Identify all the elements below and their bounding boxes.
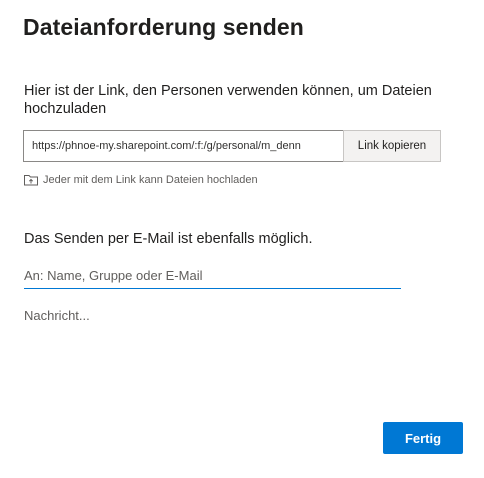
done-button-label: Fertig bbox=[404, 430, 442, 446]
link-permission-info: Jeder mit dem Link kann Dateien hochlade… bbox=[24, 173, 258, 186]
file-request-dialog: Dateianforderung senden Hier ist der Lin… bbox=[0, 0, 484, 478]
folder-upload-icon bbox=[24, 173, 39, 186]
copy-link-button-label: Link kopieren bbox=[357, 140, 427, 152]
email-intro-text: Das Senden per E-Mail ist ebenfalls mögl… bbox=[24, 231, 313, 247]
message-input[interactable] bbox=[24, 306, 401, 386]
link-intro-text: Hier ist der Link, den Personen verwende… bbox=[24, 83, 432, 117]
link-row: Link kopieren bbox=[23, 130, 441, 162]
done-button[interactable]: Fertig bbox=[383, 422, 463, 454]
link-permission-text: Jeder mit dem Link kann Dateien hochlade… bbox=[43, 173, 258, 186]
link-url-field[interactable] bbox=[23, 130, 343, 162]
dialog-title: Dateianforderung senden bbox=[23, 14, 304, 40]
copy-link-button[interactable]: Link kopieren bbox=[343, 130, 441, 162]
recipient-input[interactable] bbox=[24, 262, 401, 289]
